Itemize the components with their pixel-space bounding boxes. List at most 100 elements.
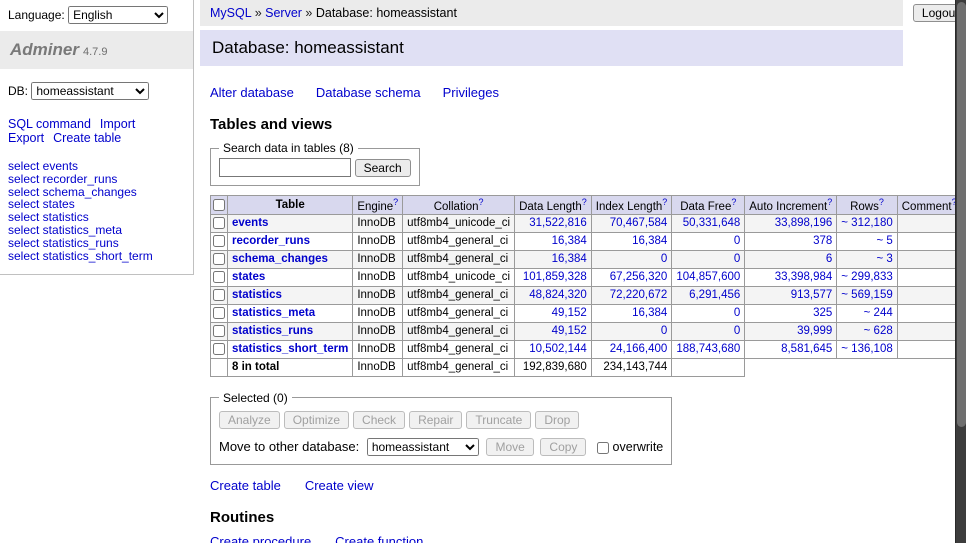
copy-button[interactable]: Copy — [540, 438, 586, 456]
index-length-cell[interactable]: 16,384 — [591, 232, 672, 250]
auto-increment-cell[interactable]: 33,898,196 — [745, 214, 837, 232]
data-length-cell[interactable]: 48,824,320 — [515, 286, 592, 304]
index-length-cell[interactable]: 16,384 — [591, 304, 672, 322]
help-icon[interactable]: ? — [662, 197, 667, 207]
row-checkbox[interactable] — [213, 253, 225, 265]
table-name-link-statistics-short-term[interactable]: statistics_short_term — [232, 343, 348, 355]
overwrite-checkbox[interactable] — [597, 442, 609, 454]
auto-increment-cell[interactable]: 325 — [745, 304, 837, 322]
table-name-link-statistics-runs[interactable]: statistics_runs — [232, 325, 313, 337]
rows-cell[interactable]: ~ 312,180 — [837, 214, 897, 232]
index-length-cell[interactable]: 0 — [591, 250, 672, 268]
index-length-cell[interactable]: 0 — [591, 322, 672, 340]
data-length-cell[interactable]: 16,384 — [515, 232, 592, 250]
row-checkbox[interactable] — [213, 307, 225, 319]
table-name-cell: statistics_runs — [228, 322, 353, 340]
sidebar-link-create-table[interactable]: Create table — [53, 131, 121, 145]
sidebar-select-statistics-short-term[interactable]: select statistics_short_term — [8, 250, 185, 263]
data-free-cell[interactable]: 0 — [672, 304, 745, 322]
sidebar-link-sql-command[interactable]: SQL command — [8, 117, 91, 131]
data-length-cell[interactable]: 31,522,816 — [515, 214, 592, 232]
help-icon[interactable]: ? — [478, 197, 483, 207]
sidebar-select-statistics-meta[interactable]: select statistics_meta — [8, 224, 185, 237]
db-select[interactable]: homeassistant — [31, 82, 149, 100]
search-button[interactable]: Search — [355, 159, 411, 177]
sidebar-link-import[interactable]: Import — [100, 117, 135, 131]
data-free-cell[interactable]: 50,331,648 — [672, 214, 745, 232]
optimize-button[interactable]: Optimize — [284, 411, 349, 429]
sidebar-link-export[interactable]: Export — [8, 131, 44, 145]
data-length-cell[interactable]: 49,152 — [515, 322, 592, 340]
select-all-checkbox[interactable] — [213, 199, 225, 211]
table-name-link-events[interactable]: events — [232, 217, 268, 229]
table-name-link-statistics[interactable]: statistics — [232, 289, 282, 301]
data-free-cell[interactable]: 104,857,600 — [672, 268, 745, 286]
help-icon[interactable]: ? — [879, 197, 884, 207]
auto-increment-cell[interactable]: 378 — [745, 232, 837, 250]
rows-cell[interactable]: ~ 3 — [837, 250, 897, 268]
drop-button[interactable]: Drop — [535, 411, 579, 429]
search-input[interactable] — [219, 158, 351, 177]
sidebar-select-statistics-runs[interactable]: select statistics_runs — [8, 237, 185, 250]
table-name-link-schema-changes[interactable]: schema_changes — [232, 253, 328, 265]
index-length-cell[interactable]: 24,166,400 — [591, 340, 672, 358]
scrollbar-thumb[interactable] — [957, 2, 966, 427]
row-checkbox[interactable] — [213, 217, 225, 229]
data-free-cell[interactable]: 0 — [672, 232, 745, 250]
row-checkbox[interactable] — [213, 289, 225, 301]
help-icon[interactable]: ? — [731, 197, 736, 207]
table-name-link-statistics-meta[interactable]: statistics_meta — [232, 307, 315, 319]
link-create-table[interactable]: Create table — [210, 478, 281, 493]
scrollbar[interactable] — [955, 0, 966, 543]
link-database-schema[interactable]: Database schema — [316, 85, 421, 100]
index-length-cell[interactable]: 67,256,320 — [591, 268, 672, 286]
breadcrumb-link-mysql[interactable]: MySQL — [210, 6, 251, 20]
rows-cell[interactable]: ~ 628 — [837, 322, 897, 340]
breadcrumb-link-server[interactable]: Server — [265, 6, 302, 20]
rows-cell[interactable]: ~ 5 — [837, 232, 897, 250]
move-button[interactable]: Move — [486, 438, 533, 456]
data-length-cell[interactable]: 16,384 — [515, 250, 592, 268]
row-checkbox[interactable] — [213, 271, 225, 283]
auto-increment-cell[interactable]: 33,398,984 — [745, 268, 837, 286]
data-free-cell[interactable]: 0 — [672, 250, 745, 268]
table-name-link-recorder-runs[interactable]: recorder_runs — [232, 235, 310, 247]
data-length-cell[interactable]: 101,859,328 — [515, 268, 592, 286]
link-create-function[interactable]: Create function — [335, 534, 423, 543]
data-length-cell[interactable]: 49,152 — [515, 304, 592, 322]
row-checkbox[interactable] — [213, 235, 225, 247]
table-name-link-states[interactable]: states — [232, 271, 265, 283]
link-create-view[interactable]: Create view — [305, 478, 374, 493]
row-checkbox[interactable] — [213, 343, 225, 355]
truncate-button[interactable]: Truncate — [466, 411, 531, 429]
data-free-cell[interactable]: 188,743,680 — [672, 340, 745, 358]
link-create-procedure[interactable]: Create procedure — [210, 534, 311, 543]
auto-increment-cell[interactable]: 913,577 — [745, 286, 837, 304]
repair-button[interactable]: Repair — [409, 411, 462, 429]
help-icon[interactable]: ? — [582, 197, 587, 207]
row-checkbox[interactable] — [213, 325, 225, 337]
index-length-cell[interactable]: 72,220,672 — [591, 286, 672, 304]
index-length-cell[interactable]: 70,467,584 — [591, 214, 672, 232]
auto-increment-cell[interactable]: 39,999 — [745, 322, 837, 340]
data-free-cell[interactable]: 0 — [672, 322, 745, 340]
data-free-cell[interactable]: 6,291,456 — [672, 286, 745, 304]
link-privileges[interactable]: Privileges — [443, 85, 499, 100]
language-select[interactable]: English — [68, 6, 168, 24]
rows-cell[interactable]: ~ 299,833 — [837, 268, 897, 286]
rows-cell[interactable]: ~ 244 — [837, 304, 897, 322]
column-header-data-length: Data Length? — [515, 196, 592, 215]
link-alter-database[interactable]: Alter database — [210, 85, 294, 100]
auto-increment-cell[interactable]: 8,581,645 — [745, 340, 837, 358]
rows-cell[interactable]: ~ 569,159 — [837, 286, 897, 304]
data-length-cell[interactable]: 10,502,144 — [515, 340, 592, 358]
rows-cell[interactable]: ~ 136,108 — [837, 340, 897, 358]
auto-increment-cell[interactable]: 6 — [745, 250, 837, 268]
help-icon[interactable]: ? — [827, 197, 832, 207]
help-icon[interactable]: ? — [393, 197, 398, 207]
move-db-select[interactable]: homeassistant — [367, 438, 479, 456]
sidebar-select-recorder-runs[interactable]: select recorder_runs — [8, 173, 185, 186]
check-button[interactable]: Check — [353, 411, 405, 429]
sidebar-select-events[interactable]: select events — [8, 160, 185, 173]
analyze-button[interactable]: Analyze — [219, 411, 280, 429]
